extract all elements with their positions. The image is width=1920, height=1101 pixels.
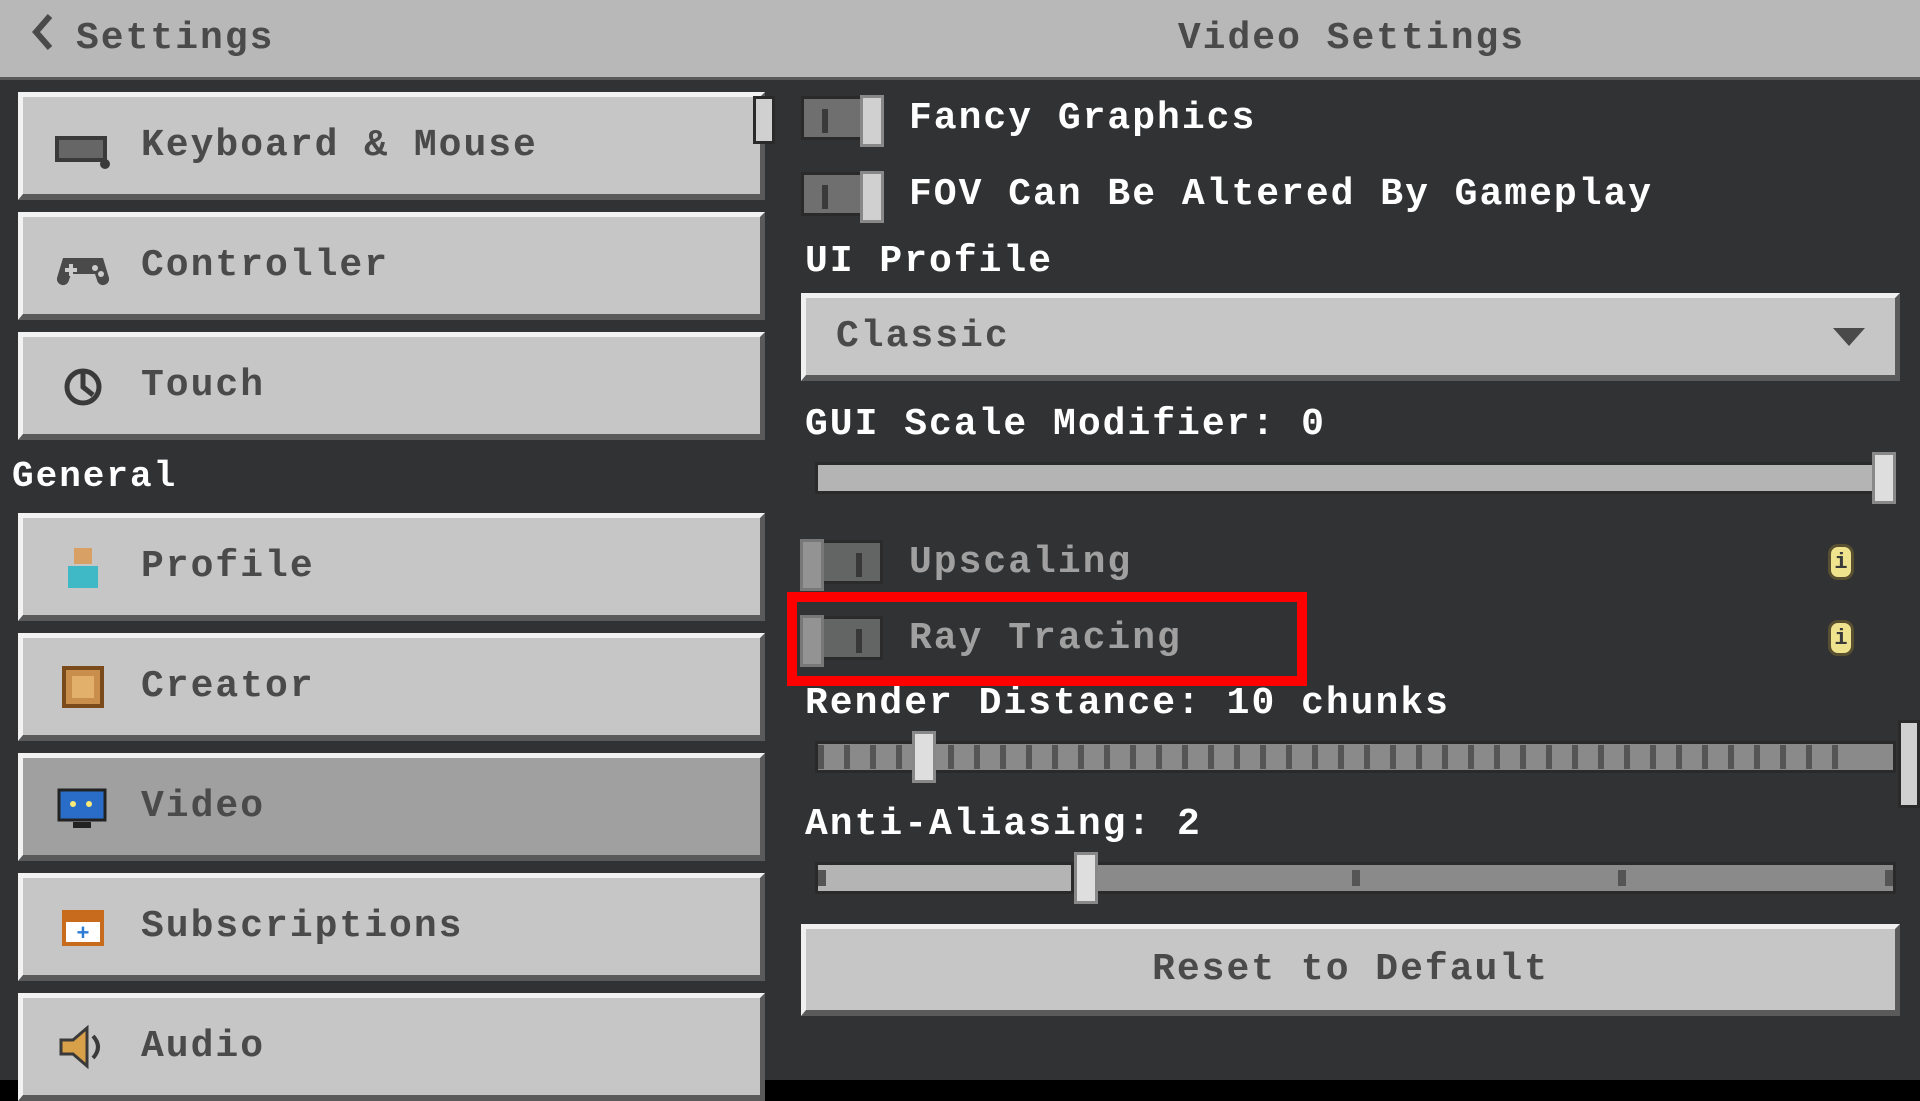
fancy-graphics-row: Fancy Graphics [801, 80, 1900, 156]
gui-scale-slider[interactable] [815, 456, 1896, 500]
fancy-graphics-label: Fancy Graphics [909, 97, 1256, 140]
creator-icon [53, 662, 113, 712]
fov-row: FOV Can Be Altered By Gameplay [801, 156, 1900, 232]
upscaling-row: Upscaling i [801, 524, 1900, 600]
info-icon[interactable]: i [1828, 544, 1854, 580]
video-icon [53, 782, 113, 832]
sidebar-item-label: Controller [141, 244, 389, 287]
fov-toggle[interactable] [801, 172, 883, 216]
back-button[interactable] [0, 12, 76, 65]
gui-scale-label: GUI Scale Modifier: 0 [805, 403, 1900, 446]
sidebar-item-label: Audio [141, 1025, 265, 1068]
header: Settings Video Settings [0, 0, 1920, 80]
ui-profile-value: Classic [836, 315, 1010, 358]
sidebar-item-touch[interactable]: Touch [18, 332, 765, 440]
ui-profile-dropdown[interactable]: Classic [801, 293, 1900, 381]
upscaling-label: Upscaling [909, 541, 1132, 584]
audio-icon [53, 1022, 113, 1072]
sidebar-item-controller[interactable]: Controller [18, 212, 765, 320]
header-back-label[interactable]: Settings [76, 17, 274, 60]
page-title: Video Settings [783, 17, 1920, 60]
sidebar-section-general: General [0, 452, 783, 501]
sidebar-item-label: Video [141, 785, 265, 828]
reset-to-default-button[interactable]: Reset to Default [801, 924, 1900, 1016]
settings-panel: Fancy Graphics FOV Can Be Altered By Gam… [783, 80, 1920, 1080]
profile-icon [53, 542, 113, 592]
sidebar-item-label: Subscriptions [141, 905, 463, 948]
fancy-graphics-toggle[interactable] [801, 96, 883, 140]
anti-aliasing-label: Anti-Aliasing: 2 [805, 803, 1900, 846]
sidebar-item-video[interactable]: Video [18, 753, 765, 861]
sidebar-item-creator[interactable]: Creator [18, 633, 765, 741]
sidebar-item-keyboard[interactable]: Keyboard & Mouse [18, 92, 765, 200]
sidebar-item-label: Touch [141, 364, 265, 407]
render-distance-label: Render Distance: 10 chunks [805, 682, 1900, 725]
sidebar-item-label: Keyboard & Mouse [141, 124, 538, 167]
controller-icon [53, 241, 113, 291]
reset-label: Reset to Default [1152, 948, 1549, 991]
anti-aliasing-slider[interactable] [815, 856, 1896, 900]
fov-label: FOV Can Be Altered By Gameplay [909, 173, 1653, 216]
ui-profile-heading: UI Profile [805, 240, 1900, 283]
app-body: Keyboard & Mouse Controller Touch Genera… [0, 80, 1920, 1080]
sidebar-item-profile[interactable]: Profile [18, 513, 765, 621]
chevron-left-icon [30, 12, 56, 52]
touch-icon [53, 361, 113, 411]
ray-tracing-toggle [801, 616, 883, 660]
upscaling-toggle [801, 540, 883, 584]
panel-scrollbar[interactable] [1898, 720, 1920, 808]
sidebar-scrollbar[interactable] [753, 96, 775, 144]
sidebar-item-subscriptions[interactable]: + Subscriptions [18, 873, 765, 981]
info-icon[interactable]: i [1828, 620, 1854, 656]
subscriptions-icon: + [53, 902, 113, 952]
ray-tracing-label: Ray Tracing [909, 617, 1182, 660]
keyboard-icon [53, 121, 113, 171]
svg-text:+: + [76, 922, 89, 947]
sidebar-item-label: Profile [141, 545, 315, 588]
chevron-down-icon [1833, 328, 1865, 346]
sidebar: Keyboard & Mouse Controller Touch Genera… [0, 80, 783, 1080]
sidebar-item-label: Creator [141, 665, 315, 708]
ray-tracing-row: Ray Tracing i [801, 600, 1900, 676]
render-distance-slider[interactable] [815, 735, 1896, 779]
sidebar-item-audio[interactable]: Audio [18, 993, 765, 1101]
